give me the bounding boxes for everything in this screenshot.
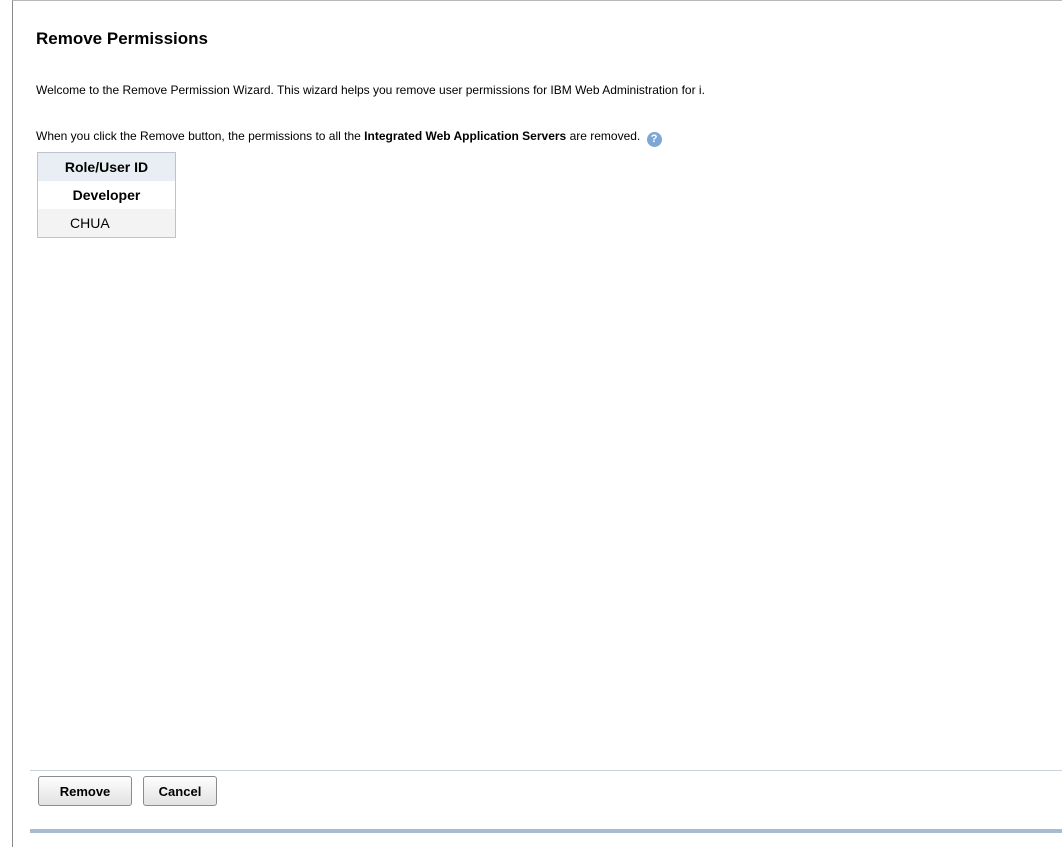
column-header-role-user-id: Role/User ID [37, 152, 176, 181]
help-icon[interactable]: ? [646, 132, 662, 147]
remove-notice: When you click the Remove button, the pe… [36, 129, 662, 147]
table-row-role: Developer [37, 181, 176, 209]
intro-text: Welcome to the Remove Permission Wizard.… [36, 83, 705, 97]
notice-suffix: are removed. [566, 129, 641, 143]
user-id: CHUA [37, 209, 176, 238]
footer-divider [30, 770, 1062, 771]
wizard-panel: Remove Permissions Welcome to the Remove… [12, 0, 1062, 847]
notice-highlight: Integrated Web Application Servers [364, 129, 567, 143]
page-title: Remove Permissions [36, 29, 208, 48]
cancel-button[interactable]: Cancel [143, 776, 217, 806]
notice-prefix: When you click the Remove button, the pe… [36, 129, 365, 143]
permissions-table: Role/User ID Developer CHUA [37, 152, 176, 238]
role-name: Developer [37, 181, 176, 209]
remove-button[interactable]: Remove [38, 776, 132, 806]
table-header-row: Role/User ID [37, 152, 176, 181]
table-row-user: CHUA [37, 209, 176, 238]
bottom-bar [30, 829, 1062, 833]
